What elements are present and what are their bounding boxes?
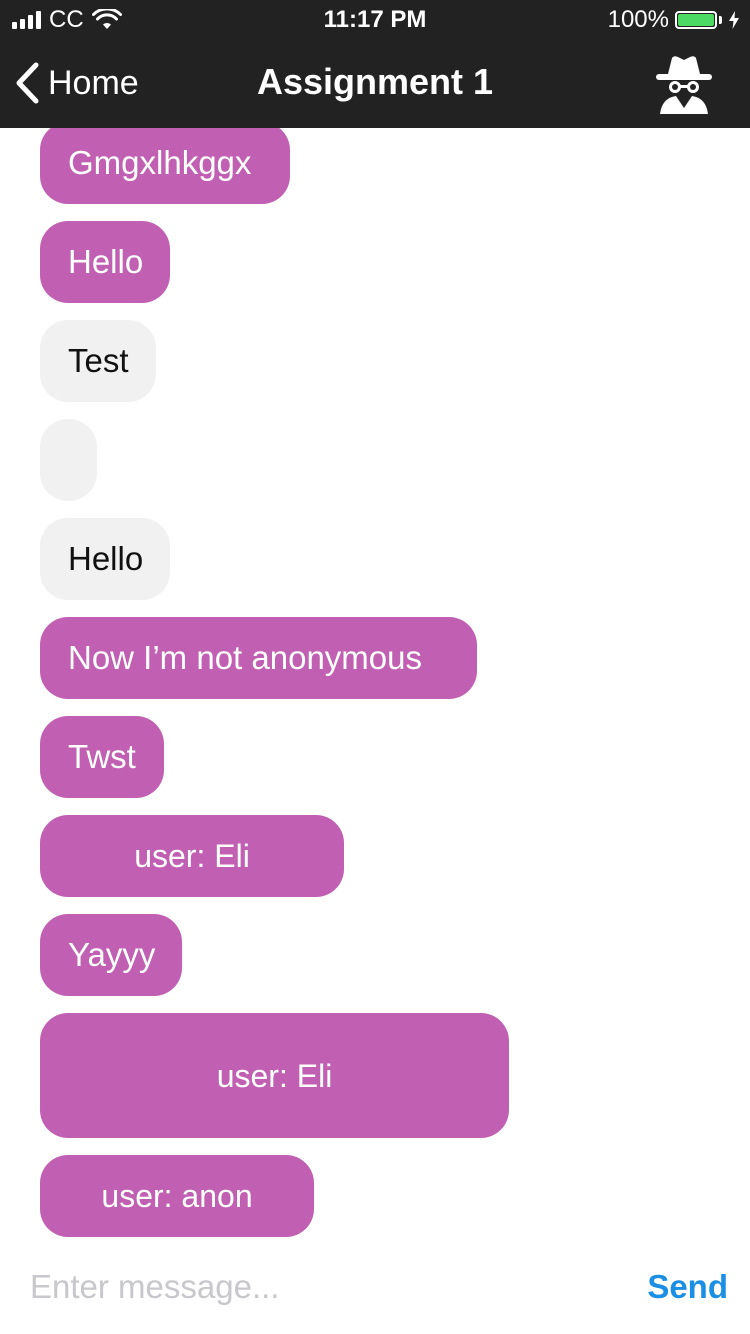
message-bubble[interactable]: user: anon — [40, 1155, 314, 1237]
navigation-bar: Home Assignment 1 — [0, 40, 750, 128]
battery-tip — [719, 16, 722, 24]
message-bubble[interactable]: Gmgxlhkggx — [40, 128, 290, 204]
battery-percent: 100% — [607, 6, 669, 33]
message-bubble[interactable]: Hello — [40, 518, 170, 600]
message-bubble[interactable]: Test — [40, 320, 156, 402]
message-bubble[interactable]: user: Eli — [40, 815, 344, 897]
message-input[interactable] — [30, 1262, 610, 1312]
message-list[interactable]: Gmgxlhkggx Hello Test Hello Now I’m not anon… — [0, 128, 750, 1248]
message-text: user: Eli — [134, 838, 250, 874]
message-text: Hello — [68, 243, 144, 280]
message-bubble[interactable]: Yayyy — [40, 914, 182, 996]
message-bubble[interactable]: Twst — [40, 716, 164, 798]
status-bar: CC 11:17 PM 100% — [0, 0, 750, 40]
message-bubble[interactable]: Hello — [40, 221, 170, 303]
chat-screen: CC 11:17 PM 100% Home Assignment 1 Gmgxl… — [0, 0, 750, 1334]
status-right: 100% — [608, 8, 740, 32]
send-button[interactable]: Send — [647, 1266, 728, 1308]
composer-bar: Send — [0, 1248, 750, 1334]
message-bubble[interactable] — [40, 419, 97, 501]
message-bubble[interactable]: user: Eli — [40, 1013, 509, 1138]
page-title: Assignment 1 — [256, 61, 494, 102]
message-bubble[interactable]: Now I’m not anonymous — [40, 617, 477, 699]
battery-icon — [675, 11, 717, 29]
message-text: user: Eli — [216, 1057, 333, 1094]
message-text: Test — [68, 342, 129, 379]
incognito-spy-icon[interactable] — [652, 54, 716, 114]
message-text: Hello — [68, 540, 144, 577]
message-text: user: anon — [101, 1178, 253, 1214]
battery-fill — [678, 14, 714, 26]
message-text: Yayyy — [68, 936, 156, 973]
charging-bolt-icon — [729, 11, 739, 29]
message-text: Now I’m not anonymous — [68, 639, 422, 676]
message-text: Twst — [68, 738, 136, 775]
message-text: Gmgxlhkggx — [68, 144, 252, 181]
